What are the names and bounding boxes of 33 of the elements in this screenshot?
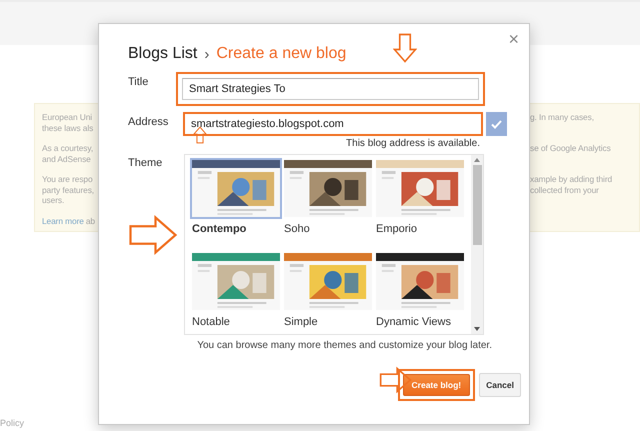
dialog-title: Create a new blog: [216, 45, 346, 63]
availability-message: This blog address is available.: [345, 138, 480, 149]
notice-text: collected from your: [530, 184, 599, 195]
scrollbar[interactable]: [471, 155, 483, 334]
notice-text: and AdSense: [42, 154, 91, 164]
notice-text: g. In many cases,: [530, 112, 594, 122]
notice-text: European Uni: [42, 112, 92, 122]
address-field[interactable]: smartstrategiesto.blogspot.com: [183, 112, 483, 136]
theme-option[interactable]: Soho: [282, 158, 374, 241]
notice-text: As a courtesy,: [42, 143, 94, 154]
theme-option[interactable]: Simple: [282, 251, 374, 334]
hint-text: You can browse many more themes and customize your blog later.: [196, 340, 492, 351]
notice-text: ab: [86, 216, 95, 226]
notice-text: xample by adding third: [530, 174, 612, 184]
theme-option[interactable]: Emporio: [374, 158, 466, 241]
field-label: Address: [128, 115, 170, 128]
notice-text: party features,: [42, 184, 94, 195]
field-label: Theme: [128, 156, 164, 169]
notice-text: You are respo: [42, 174, 93, 184]
cancel-button[interactable]: Cancel: [479, 373, 521, 397]
field-label: Title: [128, 75, 150, 88]
title-field[interactable]: Smart Strategies To: [182, 78, 479, 100]
arrow-icon: [393, 32, 417, 64]
close-button[interactable]: ×: [506, 30, 521, 48]
notice-text: users.: [42, 195, 64, 206]
theme-option[interactable]: Dynamic Views: [374, 251, 466, 334]
check-icon: [491, 120, 502, 128]
breadcrumb-separator: ›: [204, 46, 210, 62]
arrow-icon: [128, 214, 178, 256]
breadcrumb-link[interactable]: Blogs List: [128, 45, 198, 63]
notice-text: these laws als: [42, 122, 94, 133]
theme-option[interactable]: Notable: [190, 251, 282, 334]
notice-text: se of Google Analytics: [530, 143, 611, 154]
